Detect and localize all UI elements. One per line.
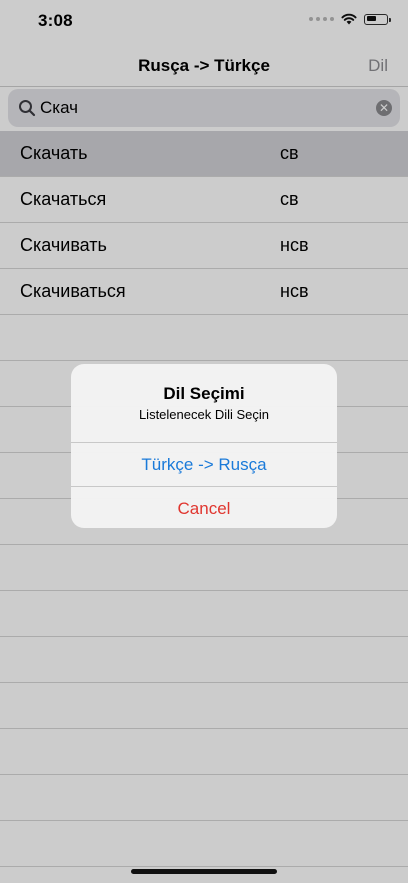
language-alert: Dil Seçimi Listelenecek Dili Seçin Türkç… bbox=[71, 364, 337, 528]
screen: 3:08 Rusça -> Türkçe Dil ✕ Скачать св bbox=[0, 0, 408, 883]
home-indicator bbox=[131, 869, 277, 874]
turkish-to-russian-button[interactable]: Türkçe -> Rusça bbox=[71, 442, 337, 486]
alert-title: Dil Seçimi bbox=[163, 384, 245, 403]
cancel-button[interactable]: Cancel bbox=[71, 486, 337, 528]
alert-message: Listelenecek Dili Seçin bbox=[138, 407, 270, 422]
